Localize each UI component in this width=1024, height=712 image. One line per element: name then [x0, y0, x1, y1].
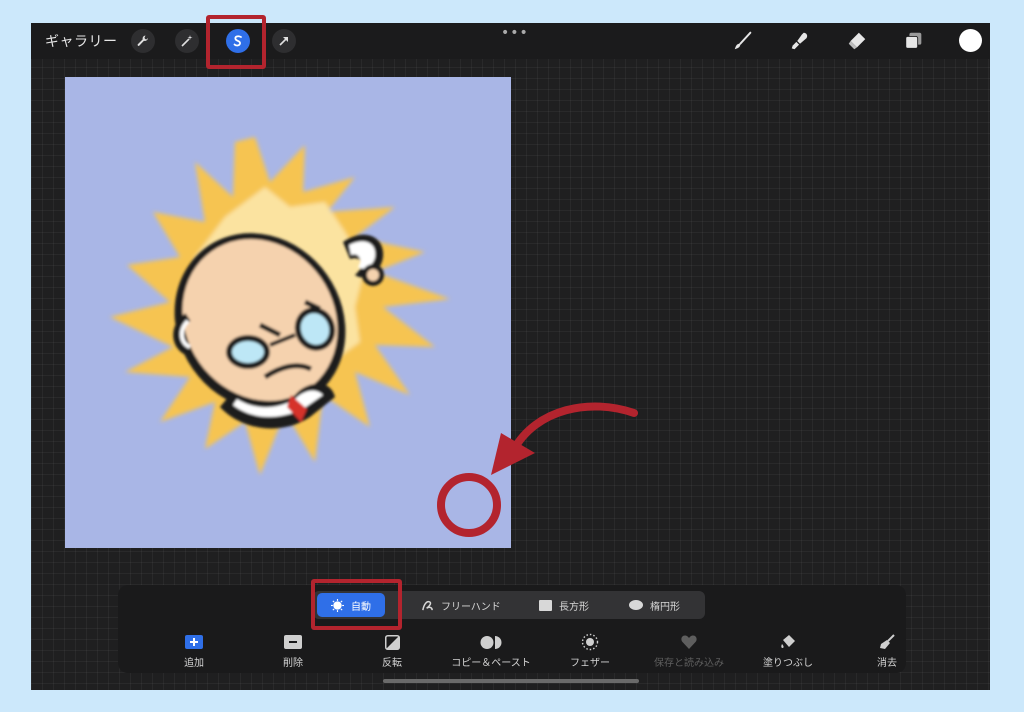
- action-invert[interactable]: 反転: [344, 633, 440, 669]
- rectangle-icon: [539, 599, 552, 611]
- fill-bucket-icon: [781, 635, 795, 648]
- mode-ellipse[interactable]: 楕円形: [629, 591, 680, 619]
- top-toolbar: ギャラリー •••: [31, 23, 990, 59]
- action-label: 反転: [382, 658, 402, 669]
- automatic-mode-highlight: [311, 579, 402, 630]
- action-clear[interactable]: 消去: [839, 633, 935, 669]
- invert-icon: [384, 634, 400, 650]
- annotation-arrow: [437, 402, 638, 537]
- action-label: 削除: [283, 658, 303, 669]
- action-label: 保存と読み込み: [654, 658, 724, 669]
- ellipse-icon: [629, 600, 643, 610]
- mode-label: フリーハンド: [441, 601, 501, 613]
- brush-icon[interactable]: [731, 29, 755, 53]
- action-fill[interactable]: 塗りつぶし: [740, 633, 836, 669]
- layers-icon[interactable]: [902, 29, 926, 53]
- color-swatch[interactable]: [959, 29, 982, 52]
- home-indicator: [383, 679, 639, 683]
- mode-label: 長方形: [559, 601, 589, 613]
- action-label: 追加: [184, 658, 204, 669]
- action-save-load[interactable]: 保存と読み込み: [641, 633, 737, 669]
- action-add[interactable]: 追加: [146, 633, 242, 669]
- selection-tool-highlight: [206, 15, 266, 69]
- action-remove[interactable]: 削除: [245, 633, 341, 669]
- action-label: 消去: [877, 658, 897, 669]
- heart-icon: [681, 635, 697, 649]
- action-label: フェザー: [570, 658, 610, 669]
- mode-label: 楕円形: [650, 601, 680, 613]
- clear-broom-icon: [880, 634, 895, 649]
- remove-icon: [284, 635, 302, 649]
- transform-arrow-icon[interactable]: [272, 29, 296, 53]
- freehand-icon: [422, 600, 433, 610]
- more-options-dots[interactable]: •••: [501, 25, 529, 41]
- feather-icon: [581, 633, 599, 651]
- selection-toolbar: 自動 フリーハンド 長方形 楕円形 追加 削除 反転 コピー＆ペースト フェザー…: [118, 585, 906, 673]
- procreate-screen: ギャラリー ••• 自動 フリーハンド 長方形 楕円形 追加 削除 反転 コピー…: [31, 23, 990, 690]
- smudge-icon[interactable]: [788, 29, 812, 53]
- action-feather[interactable]: フェザー: [542, 633, 638, 669]
- mode-rectangle[interactable]: 長方形: [539, 591, 589, 619]
- action-copy-paste[interactable]: コピー＆ペースト: [443, 633, 539, 669]
- add-icon: [185, 635, 203, 649]
- action-label: コピー＆ペースト: [451, 658, 531, 669]
- gallery-button[interactable]: ギャラリー: [45, 31, 118, 51]
- action-label: 塗りつぶし: [762, 658, 814, 669]
- mode-freehand[interactable]: フリーハンド: [421, 591, 501, 619]
- wrench-icon[interactable]: [131, 29, 155, 53]
- copy-paste-icon: [480, 635, 502, 649]
- magic-wand-icon[interactable]: [175, 29, 199, 53]
- eraser-icon[interactable]: [845, 29, 869, 53]
